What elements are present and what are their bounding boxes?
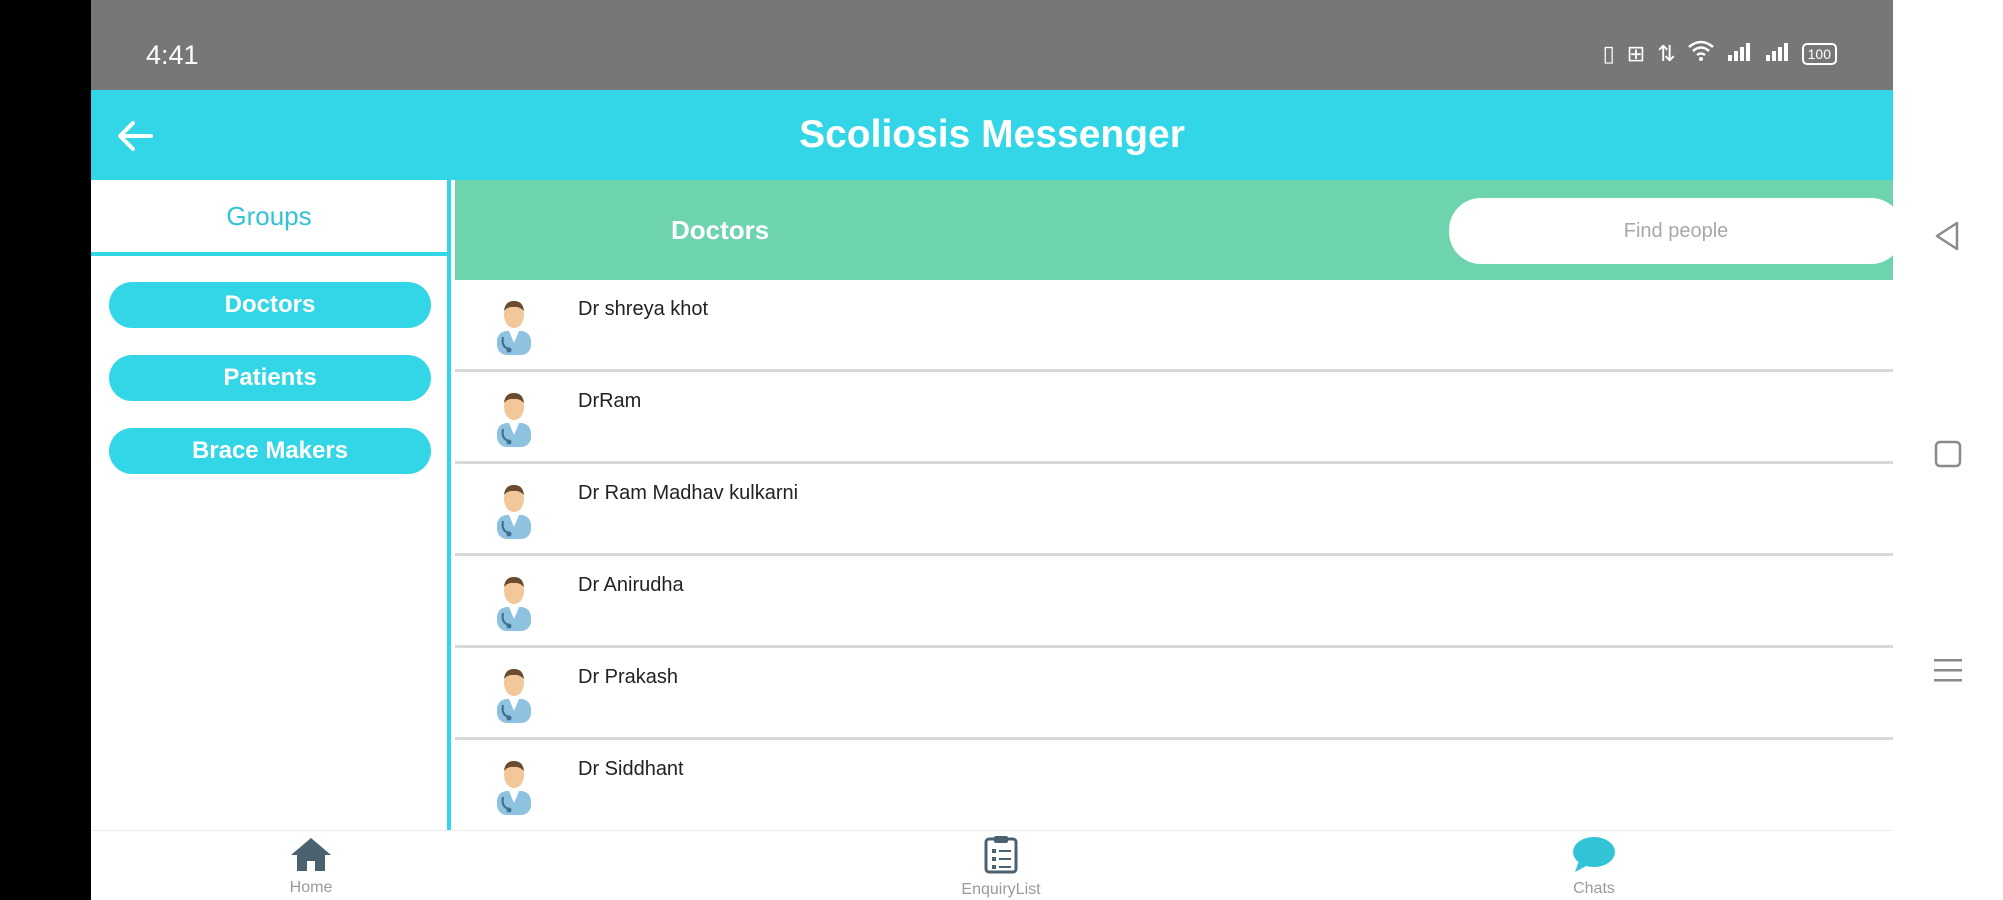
doctor-avatar-icon (489, 481, 539, 539)
doctor-avatar-icon (489, 757, 539, 815)
doctor-name: Dr shreya khot (578, 298, 709, 320)
doctor-name: Dr Prakash (578, 666, 679, 688)
nav-enquiry-list[interactable]: EnquiryList (931, 831, 1071, 900)
chat-bubble-icon (1571, 835, 1617, 878)
doctor-list: Dr shreya khot DrRam Dr Ram Madhav kulka… (455, 280, 1893, 830)
doctor-avatar-icon (489, 573, 539, 631)
status-time: 4:41 (146, 40, 199, 70)
system-back-icon[interactable] (1930, 218, 1966, 254)
clipboard-icon (981, 834, 1021, 879)
home-icon (289, 836, 333, 877)
doctor-avatar-icon (489, 389, 539, 447)
app-screen: 4:41 ▯ ⊞ ⇅ 100 Scoliosis Messenger Group… (91, 0, 1893, 900)
doctor-row[interactable]: Dr Siddhant (455, 740, 1893, 830)
left-black-bezel (0, 0, 91, 900)
doctor-avatar-icon (489, 297, 539, 355)
back-arrow-icon[interactable] (113, 114, 157, 158)
doctor-name: DrRam (578, 390, 642, 412)
doctor-name: Dr Ram Madhav kulkarni (578, 482, 799, 504)
doctor-row[interactable]: Dr shreya khot (455, 280, 1893, 372)
doctor-name: Dr Siddhant (578, 758, 684, 780)
doctor-row[interactable]: Dr Anirudha (455, 556, 1893, 648)
app-title: Scoliosis Messenger (799, 113, 1185, 156)
signal-icon-1 (1726, 40, 1752, 68)
nav-home[interactable]: Home (261, 831, 361, 900)
status-icons: ▯ ⊞ ⇅ 100 (1603, 40, 1837, 68)
tab-groups[interactable]: Groups (91, 180, 447, 256)
data-icon: ⇅ (1657, 41, 1676, 66)
vibrate-icon: ▯ (1602, 41, 1615, 66)
app-header: Scoliosis Messenger (91, 90, 1893, 180)
nav-enquiry-list-label: EnquiryList (961, 880, 1041, 898)
nav-chats[interactable]: Chats (1544, 831, 1644, 900)
doctor-avatar-icon (489, 665, 539, 723)
nav-chats-label: Chats (1573, 879, 1615, 897)
battery-icon: 100 (1801, 43, 1837, 65)
status-bar: 4:41 ▯ ⊞ ⇅ 100 (91, 0, 1893, 90)
group-brace-makers-button[interactable]: Brace Makers (109, 428, 431, 474)
doctor-row[interactable]: Dr Prakash (455, 648, 1893, 740)
doctors-section-title: Doctors (671, 214, 770, 245)
wifi-icon (1687, 40, 1714, 68)
doctor-name: Dr Anirudha (578, 574, 684, 596)
doctor-row[interactable]: DrRam (455, 372, 1893, 464)
battery-level: 100 (1801, 43, 1837, 65)
system-home-icon[interactable] (1930, 436, 1966, 472)
signal-icon-2 (1764, 40, 1790, 68)
group-doctors-button[interactable]: Doctors (109, 282, 431, 328)
groups-panel: Groups Doctors Patients Brace Makers (91, 180, 451, 830)
doctors-header-bar: Doctors (455, 180, 1893, 280)
group-patients-button[interactable]: Patients (109, 355, 431, 401)
hd-icon: ⊞ (1626, 41, 1646, 66)
find-people-input[interactable] (1449, 198, 1893, 264)
system-recents-icon[interactable] (1930, 652, 1966, 688)
bottom-nav: Home EnquiryList Chats (91, 830, 1893, 900)
doctor-row[interactable]: Dr Ram Madhav kulkarni (455, 464, 1893, 556)
nav-home-label: Home (289, 878, 333, 896)
